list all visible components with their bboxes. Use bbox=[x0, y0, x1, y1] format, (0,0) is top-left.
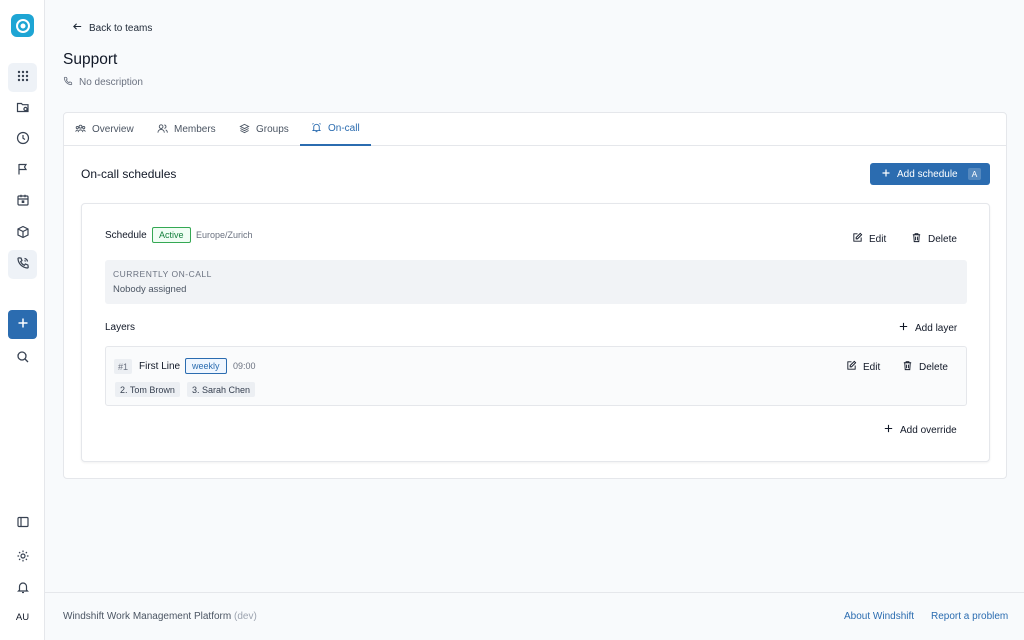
edit-label: Edit bbox=[869, 233, 887, 245]
tab-groups[interactable]: Groups bbox=[239, 113, 289, 146]
users-icon bbox=[157, 123, 168, 137]
back-label: Back to teams bbox=[89, 22, 153, 34]
tab-label: On-call bbox=[328, 123, 360, 134]
plus-icon bbox=[883, 423, 894, 437]
add-override-button[interactable]: Add override bbox=[883, 423, 957, 437]
sidebar-item-time[interactable] bbox=[8, 125, 37, 154]
layer-number: #1 bbox=[114, 359, 133, 374]
footer-platform: Windshift Work Management Platform (dev) bbox=[63, 611, 257, 622]
add-layer-button[interactable]: Add layer bbox=[898, 321, 957, 335]
about-link[interactable]: About Windshift bbox=[844, 611, 914, 622]
sidebar-item-oncall[interactable] bbox=[8, 250, 37, 279]
panel-toggle-icon bbox=[16, 515, 30, 532]
currently-on-call-caption: CURRENTLY ON-CALL bbox=[113, 269, 212, 279]
folder-search-icon bbox=[16, 100, 30, 117]
trash-icon bbox=[911, 232, 922, 246]
layer-time: 09:00 bbox=[233, 361, 256, 371]
delete-schedule-button[interactable]: Delete bbox=[911, 232, 957, 246]
tab-overview[interactable]: Overview bbox=[75, 113, 134, 146]
notifications-button[interactable] bbox=[8, 574, 37, 603]
team-panel: Overview Members Groups On-call On-call … bbox=[63, 112, 1007, 479]
clock-icon bbox=[16, 131, 30, 148]
schedule-label: Schedule bbox=[105, 230, 147, 241]
settings-button[interactable] bbox=[8, 543, 37, 572]
users-group-icon bbox=[75, 123, 86, 137]
page-title: Support bbox=[63, 51, 118, 68]
frequency-badge: weekly bbox=[185, 358, 227, 374]
plus-icon bbox=[16, 316, 30, 333]
sidebar-item-apps[interactable] bbox=[8, 63, 37, 92]
status-badge: Active bbox=[152, 227, 191, 243]
calendar-icon bbox=[16, 193, 30, 210]
bell-icon bbox=[16, 580, 30, 597]
edit-layer-button[interactable]: Edit bbox=[846, 360, 880, 374]
add-schedule-label: Add schedule bbox=[897, 168, 958, 180]
tab-label: Groups bbox=[256, 124, 289, 135]
schedule-timezone: Europe/Zurich bbox=[196, 230, 253, 240]
edit-label: Edit bbox=[863, 361, 881, 373]
edit-icon bbox=[852, 232, 863, 246]
search-button[interactable] bbox=[8, 344, 37, 373]
toggle-sidebar-button[interactable] bbox=[8, 509, 37, 538]
edit-icon bbox=[846, 360, 857, 374]
trash-icon bbox=[902, 360, 913, 374]
search-icon bbox=[16, 350, 30, 367]
layer-name: First Line bbox=[139, 361, 181, 372]
back-to-teams-link[interactable]: Back to teams bbox=[72, 21, 152, 35]
add-layer-label: Add layer bbox=[915, 322, 958, 334]
sidebar-item-calendar[interactable] bbox=[8, 187, 37, 216]
layer-row: #1 First Line weekly 09:00 Edit Delete 2… bbox=[105, 346, 967, 406]
tab-bar: Overview Members Groups On-call bbox=[64, 113, 1006, 146]
plus-icon bbox=[881, 168, 891, 181]
sidebar: AU bbox=[0, 0, 45, 640]
description-text: No description bbox=[79, 77, 143, 88]
layer-member-chip: 2. Tom Brown bbox=[115, 382, 180, 397]
edit-schedule-button[interactable]: Edit bbox=[852, 232, 886, 246]
report-problem-link[interactable]: Report a problem bbox=[931, 611, 1008, 622]
phone-call-icon bbox=[16, 256, 30, 273]
section-title: On-call schedules bbox=[81, 167, 177, 181]
plus-icon bbox=[898, 321, 909, 335]
delete-label: Delete bbox=[928, 233, 957, 245]
add-schedule-button[interactable]: Add schedule A bbox=[870, 163, 990, 185]
delete-layer-button[interactable]: Delete bbox=[902, 360, 948, 374]
phone-icon bbox=[63, 76, 73, 89]
layers-label: Layers bbox=[105, 322, 136, 333]
sidebar-item-projects[interactable] bbox=[8, 94, 37, 123]
flag-icon bbox=[16, 162, 30, 179]
app-logo-icon[interactable] bbox=[11, 14, 34, 37]
team-description: No description bbox=[63, 76, 143, 89]
tab-label: Overview bbox=[92, 124, 134, 135]
layers-icon bbox=[239, 123, 250, 137]
layer-member-chip: 3. Sarah Chen bbox=[187, 382, 256, 397]
currently-on-call-box: CURRENTLY ON-CALL Nobody assigned bbox=[105, 260, 967, 304]
platform-name: Windshift Work Management Platform bbox=[63, 611, 232, 622]
tab-label: Members bbox=[174, 124, 216, 135]
currently-on-call-value: Nobody assigned bbox=[113, 284, 187, 295]
tab-on-call[interactable]: On-call bbox=[300, 113, 371, 146]
sidebar-item-milestones[interactable] bbox=[8, 156, 37, 185]
environment-label: (dev) bbox=[234, 611, 257, 622]
delete-label: Delete bbox=[919, 361, 948, 373]
schedule-card: Schedule Active Europe/Zurich Edit Delet… bbox=[81, 203, 990, 462]
box-icon bbox=[16, 225, 30, 242]
sidebar-item-assets[interactable] bbox=[8, 219, 37, 248]
grid-icon bbox=[16, 69, 30, 86]
shortcut-key: A bbox=[967, 168, 982, 180]
create-button[interactable] bbox=[8, 310, 37, 339]
footer: Windshift Work Management Platform (dev)… bbox=[45, 592, 1024, 640]
avatar[interactable]: AU bbox=[8, 604, 37, 630]
tab-members[interactable]: Members bbox=[157, 113, 216, 146]
arrow-left-icon bbox=[72, 21, 83, 35]
add-override-label: Add override bbox=[900, 424, 957, 436]
alarm-icon bbox=[311, 122, 322, 136]
gear-icon bbox=[16, 549, 30, 566]
